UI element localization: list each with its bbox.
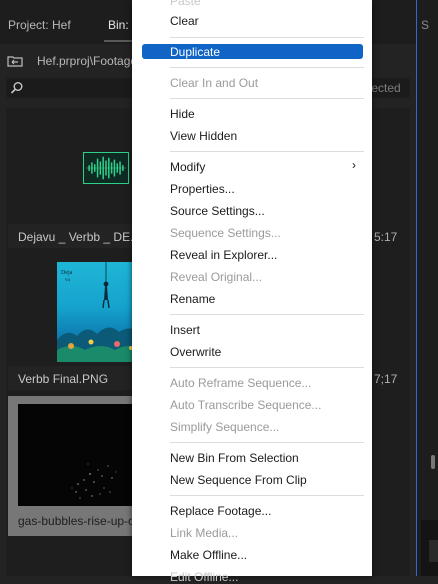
menu-item-overwrite[interactable]: Overwrite: [170, 345, 221, 359]
menu-separator: [170, 37, 364, 38]
zoom-slider-handle[interactable]: [431, 455, 435, 469]
context-menu: Paste Clear Duplicate Clear In and Out H…: [132, 0, 372, 584]
menu-item-clear[interactable]: Clear: [170, 14, 199, 28]
menu-item-rename[interactable]: Rename: [170, 292, 215, 306]
menu-item-insert[interactable]: Insert: [170, 323, 200, 337]
menu-item-reveal-original: Reveal Original...: [170, 270, 263, 284]
menu-item-edit-offline: Edit Offline...: [170, 570, 239, 584]
waveform-icon: [83, 152, 129, 184]
menu-item-paste: Paste: [170, 0, 201, 8]
menu-item-view-hidden[interactable]: View Hidden: [170, 129, 237, 143]
side-panel-control[interactable]: [429, 540, 438, 562]
media-tile-selected[interactable]: gas-bubbles-rise-up-cha: [8, 396, 144, 536]
menu-item-duplicate[interactable]: Duplicate: [170, 45, 220, 59]
menu-separator: [170, 98, 364, 99]
menu-item-auto-transcribe: Auto Transcribe Sequence...: [170, 398, 322, 412]
menu-item-make-offline[interactable]: Make Offline...: [170, 548, 247, 562]
underwater-image: Deja vu: [57, 262, 143, 362]
search-icon: [10, 82, 23, 94]
menu-separator: [170, 495, 364, 496]
media-name: Dejavu _ Verbb _ DE...: [18, 230, 141, 244]
path-text: Hef.prproj\Footage: [37, 54, 138, 68]
menu-item-new-sequence-from-clip[interactable]: New Sequence From Clip: [170, 473, 307, 487]
menu-item-properties[interactable]: Properties...: [170, 182, 235, 196]
menu-item-simplify-sequence: Simplify Sequence...: [170, 420, 280, 434]
folder-up-icon[interactable]: [7, 55, 23, 67]
media-tile[interactable]: Deja vu Verbb Final.PNG: [8, 254, 144, 390]
menu-item-clear-in-out: Clear In and Out: [170, 76, 259, 90]
media-tile[interactable]: Dejavu _ Verbb _ DE...: [8, 112, 144, 248]
chevron-right-icon: ›: [352, 158, 356, 172]
video-thumbnail: [18, 404, 144, 506]
menu-item-reveal-in-explorer[interactable]: Reveal in Explorer...: [170, 248, 277, 262]
menu-separator: [170, 314, 364, 315]
media-name: gas-bubbles-rise-up-cha: [18, 514, 144, 528]
menu-item-source-settings[interactable]: Source Settings...: [170, 204, 265, 218]
tab-underline: [104, 40, 134, 42]
menu-item-replace-footage[interactable]: Replace Footage...: [170, 504, 271, 518]
menu-item-new-bin-from-selection[interactable]: New Bin From Selection: [170, 451, 299, 465]
menu-item-hide[interactable]: Hide: [170, 107, 195, 121]
menu-item-sequence-settings: Sequence Settings...: [170, 226, 281, 240]
svg-text:vu: vu: [65, 278, 71, 283]
side-panel-label: S: [421, 18, 430, 32]
media-duration: 5:17: [374, 230, 398, 244]
audio-thumbnail: [8, 112, 144, 224]
tab-project[interactable]: Project: Hef: [8, 18, 71, 32]
menu-separator: [170, 67, 364, 68]
media-duration: 7;17: [374, 372, 398, 386]
menu-separator: [170, 151, 364, 152]
menu-item-link-media: Link Media...: [170, 526, 239, 540]
side-panel: S: [416, 0, 438, 576]
image-thumbnail: Deja vu: [8, 254, 144, 366]
svg-text:Deja: Deja: [61, 270, 73, 276]
menu-item-auto-reframe: Auto Reframe Sequence...: [170, 376, 312, 390]
media-name: Verbb Final.PNG: [18, 372, 109, 386]
menu-separator: [170, 367, 364, 368]
menu-item-modify[interactable]: Modify: [170, 160, 205, 174]
menu-separator: [170, 442, 364, 443]
